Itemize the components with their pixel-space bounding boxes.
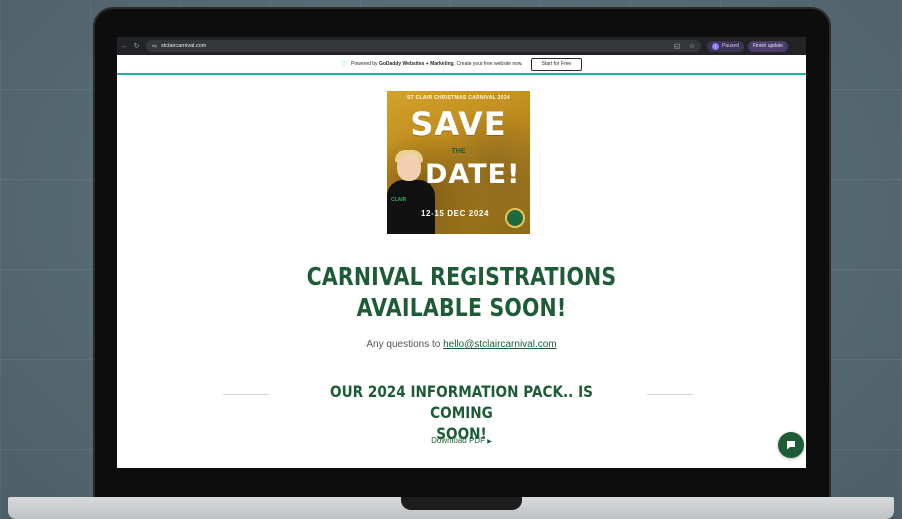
banner-prefix: Powered by	[351, 61, 379, 67]
browser-window: → ↻ ⇋ stclaircarnival.com ◱ ☆ I Paused F…	[117, 37, 806, 468]
browser-toolbar: → ↻ ⇋ stclaircarnival.com ◱ ☆ I Paused F…	[117, 37, 806, 55]
chat-icon	[787, 441, 795, 450]
school-crest-icon	[505, 208, 525, 228]
banner-text: Powered by GoDaddy Websites + Marketing.…	[351, 61, 523, 67]
divider-right	[647, 394, 693, 395]
arrow-left-icon[interactable]: →	[117, 43, 130, 50]
registrations-heading: CARNIVAL REGISTRATIONS AVAILABLE SOON!	[179, 261, 744, 323]
hero-date: DATE!	[425, 159, 521, 190]
url-text: stclaircarnival.com	[161, 43, 207, 49]
email-link[interactable]: hello@stclaircarnival.com	[443, 339, 557, 350]
profile-avatar: I	[712, 42, 719, 50]
registrations-heading-line2: AVAILABLE SOON!	[356, 293, 567, 322]
download-pdf-link[interactable]: Download PDF ▶	[117, 436, 806, 445]
start-for-free-button[interactable]: Start for Free	[530, 57, 583, 71]
star-icon[interactable]: ☆	[689, 42, 695, 50]
hero-save: SAVE	[410, 105, 507, 143]
divider-left	[223, 394, 269, 395]
info-pack-heading: OUR 2024 INFORMATION PACK.. IS COMING SO…	[298, 381, 625, 444]
questions-prefix: Any questions to	[366, 339, 444, 350]
chat-button[interactable]	[778, 432, 804, 458]
cast-icon[interactable]: ◱	[674, 42, 680, 50]
shirt-logo: CLAIR	[391, 197, 407, 203]
triangle-right-icon: ▶	[487, 439, 492, 445]
registrations-heading-line1: CARNIVAL REGISTRATIONS	[306, 262, 617, 291]
hero-the: THE	[451, 148, 466, 155]
banner-suffix: . Create your free website now.	[453, 61, 523, 67]
reload-icon[interactable]: ↻	[130, 42, 143, 50]
profile-paused-button[interactable]: I Paused	[707, 40, 744, 52]
hero-kicker: ST CLAIR CHRISTMAS CARNIVAL 2024	[406, 95, 511, 101]
banner-brand: GoDaddy Websites + Marketing	[378, 61, 454, 67]
child-face	[397, 153, 421, 181]
tune-icon[interactable]: ⇋	[152, 43, 157, 50]
save-the-date-image: ST CLAIR CHRISTMAS CARNIVAL 2024 SAVE CL…	[387, 91, 530, 234]
download-pdf-label: Download PDF	[431, 436, 485, 445]
laptop-notch	[401, 497, 522, 510]
profile-status-label: Paused	[722, 43, 739, 49]
address-bar[interactable]: ⇋ stclaircarnival.com ◱ ☆	[146, 40, 701, 52]
finish-update-button[interactable]: Finish update	[747, 40, 788, 52]
questions-line: Any questions to hello@stclaircarnival.c…	[117, 339, 806, 350]
hero-dates: 12-15 DEC 2024	[421, 209, 489, 218]
godaddy-banner: ♡ Powered by GoDaddy Websites + Marketin…	[117, 55, 806, 75]
info-pack-heading-line1: OUR 2024 INFORMATION PACK.. IS COMING	[330, 382, 593, 422]
godaddy-logo-icon: ♡	[340, 61, 348, 68]
